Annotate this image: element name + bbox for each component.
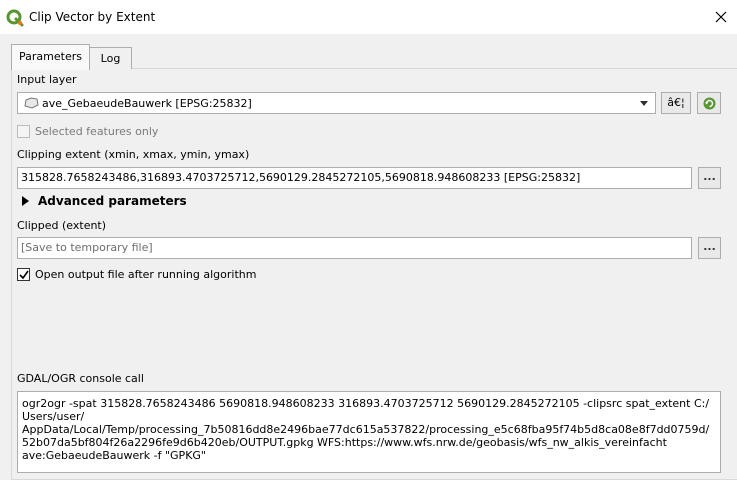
edit-layer-button[interactable]: â€¦ (661, 92, 691, 114)
console-call-text[interactable]: ogr2ogr -spat 315828.7658243486 5690818.… (17, 391, 721, 473)
console-line: AppData/Local/Temp/processing_7b50816dd8… (22, 423, 710, 436)
input-layer-combo[interactable]: ave_GebaeudeBauwerk [EPSG:25832] (17, 92, 656, 114)
iterate-icon (703, 97, 716, 110)
iterate-button[interactable] (697, 92, 721, 114)
tab-log[interactable]: Log (89, 47, 132, 69)
selected-features-label: Selected features only (35, 125, 159, 138)
open-output-label: Open output file after running algorithm (35, 268, 257, 281)
checkmark-icon (19, 270, 29, 280)
close-button[interactable] (706, 5, 736, 29)
input-layer-label: Input layer (17, 73, 77, 86)
tab-parameters[interactable]: Parameters (11, 44, 90, 70)
console-line: 52b07da5bf804f26a2296fe9d6b420eb/OUTPUT.… (22, 436, 667, 449)
console-line: ogr2ogr -spat 315828.7658243486 5690818.… (22, 397, 710, 423)
clipped-output-input[interactable]: [Save to temporary file] (17, 237, 692, 259)
console-line: ave:GebaeudeBauwerk -f "GPKG" (22, 449, 206, 462)
expand-arrow-icon[interactable] (22, 196, 29, 206)
input-layer-value: ave_GebaeudeBauwerk [EPSG:25832] (42, 97, 252, 110)
clipping-extent-input[interactable]: 315828.7658243486,316893.4703725712,5690… (17, 167, 692, 189)
clipped-browse-button[interactable]: ... (698, 237, 721, 259)
window-title: Clip Vector by Extent (29, 10, 156, 24)
chevron-down-icon (640, 101, 648, 106)
advanced-parameters-toggle[interactable]: Advanced parameters (38, 194, 187, 208)
qgis-logo-icon (6, 9, 24, 27)
polygon-layer-icon (24, 97, 39, 109)
open-output-checkbox[interactable] (17, 268, 30, 281)
clipping-extent-label: Clipping extent (xmin, xmax, ymin, ymax) (17, 148, 250, 161)
console-call-label: GDAL/OGR console call (17, 372, 144, 385)
title-bar: Clip Vector by Extent (0, 0, 737, 34)
clipped-label: Clipped (extent) (17, 219, 107, 232)
selected-features-checkbox[interactable] (17, 125, 30, 138)
close-icon (715, 11, 727, 23)
extent-browse-button[interactable]: ... (698, 167, 721, 189)
